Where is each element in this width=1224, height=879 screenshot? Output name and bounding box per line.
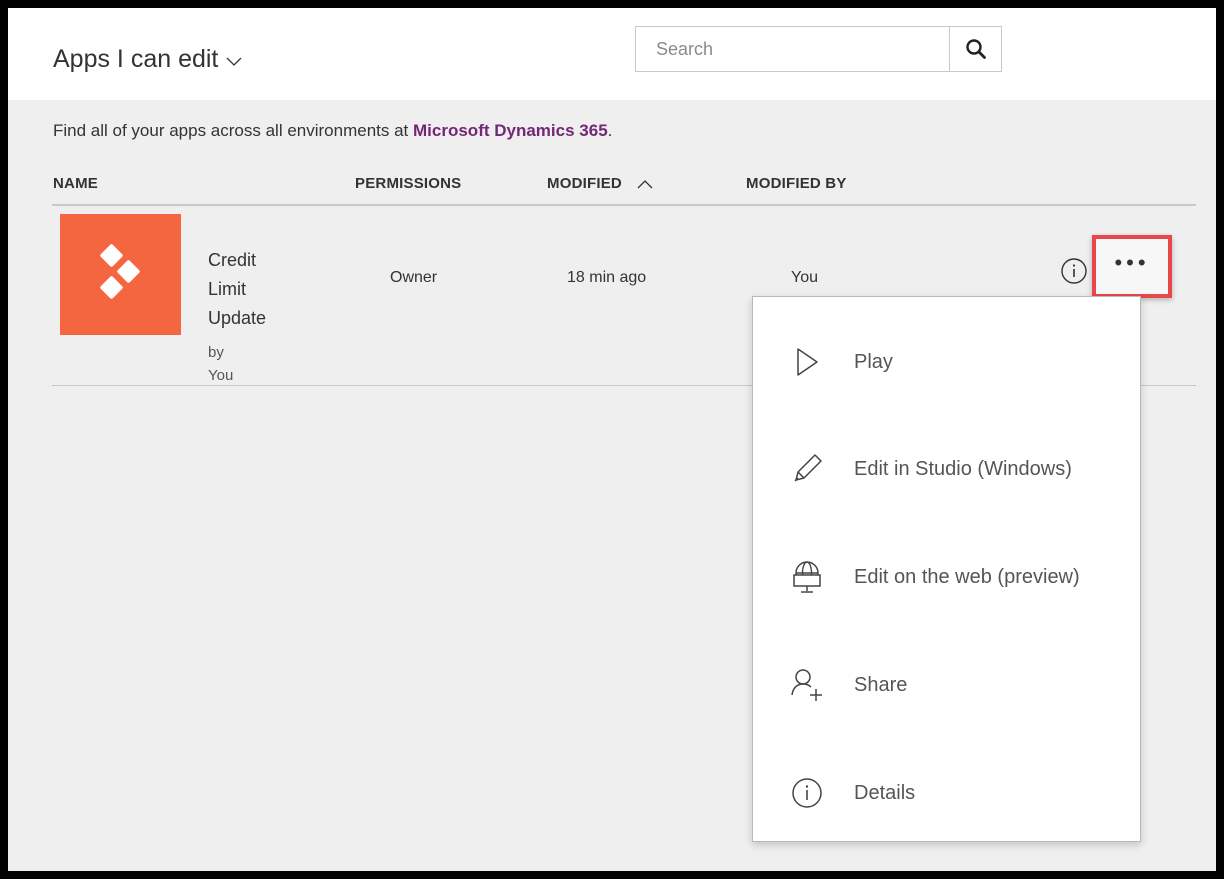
column-header-modified-by[interactable]: MODIFIED BY [746, 175, 847, 192]
search-button[interactable] [949, 27, 1001, 71]
app-name[interactable]: Credit Limit Update [208, 246, 328, 333]
ellipsis-icon: ••• [1114, 249, 1150, 275]
app-name-line: Update [208, 308, 267, 328]
apps-filter-dropdown[interactable]: Apps I can edit [53, 45, 244, 74]
menu-item-details[interactable]: Details [753, 753, 1140, 833]
search-box [635, 26, 1002, 72]
details-info-icon[interactable] [1060, 257, 1088, 285]
menu-item-label: Edit on the web (preview) [854, 565, 1080, 588]
page-title: Apps I can edit [53, 45, 219, 73]
search-input[interactable] [636, 27, 949, 71]
menu-item-play[interactable]: Play [753, 322, 1140, 402]
header-bar: Apps I can edit [8, 8, 1216, 100]
search-icon [965, 39, 986, 59]
menu-item-label: Edit in Studio (Windows) [854, 457, 1072, 480]
menu-item-label: Play [854, 350, 893, 373]
column-header-modified[interactable]: MODIFIED [547, 175, 654, 192]
menu-item-edit-studio[interactable]: Edit in Studio (Windows) [753, 429, 1140, 509]
add-person-icon [789, 667, 825, 703]
globe-monitor-icon [789, 559, 825, 595]
info-period: . [607, 121, 613, 140]
environments-info: Find all of your apps across all environ… [53, 121, 612, 141]
app-author: by You [208, 341, 233, 387]
menu-item-edit-web[interactable]: Edit on the web (preview) [753, 537, 1140, 617]
play-icon [789, 344, 825, 380]
more-options-button[interactable]: ••• [1092, 235, 1172, 298]
chevron-down-icon [226, 57, 242, 66]
author-name: You [208, 367, 234, 384]
modified-by-cell: You [791, 269, 818, 286]
header-divider [52, 204, 1196, 206]
sort-ascending-icon [637, 180, 653, 189]
menu-item-label: Details [854, 781, 916, 804]
column-header-modified-label: MODIFIED [547, 175, 622, 192]
menu-item-label: Share [854, 673, 908, 696]
pencil-icon [789, 451, 825, 487]
app-icon-tile[interactable] [60, 214, 181, 335]
modified-cell: 18 min ago [567, 269, 647, 286]
info-text: Find all of your apps across all environ… [53, 121, 414, 140]
column-header-permissions[interactable]: PERMISSIONS [355, 175, 461, 192]
menu-item-share[interactable]: Share [753, 645, 1140, 725]
by-label: by [208, 344, 224, 361]
dynamics-365-link[interactable]: Microsoft Dynamics 365 [413, 121, 608, 140]
app-window: Apps I can edit Find all of your apps ac… [8, 8, 1216, 871]
app-name-line: Credit [208, 250, 257, 270]
permissions-cell: Owner [390, 269, 438, 286]
app-logo-icon [99, 243, 140, 299]
info-icon [789, 775, 825, 811]
column-header-name[interactable]: NAME [53, 175, 98, 192]
context-menu: Play Edit in Studio (Windows) Edit on th… [752, 296, 1141, 842]
app-name-line: Limit [208, 279, 247, 299]
